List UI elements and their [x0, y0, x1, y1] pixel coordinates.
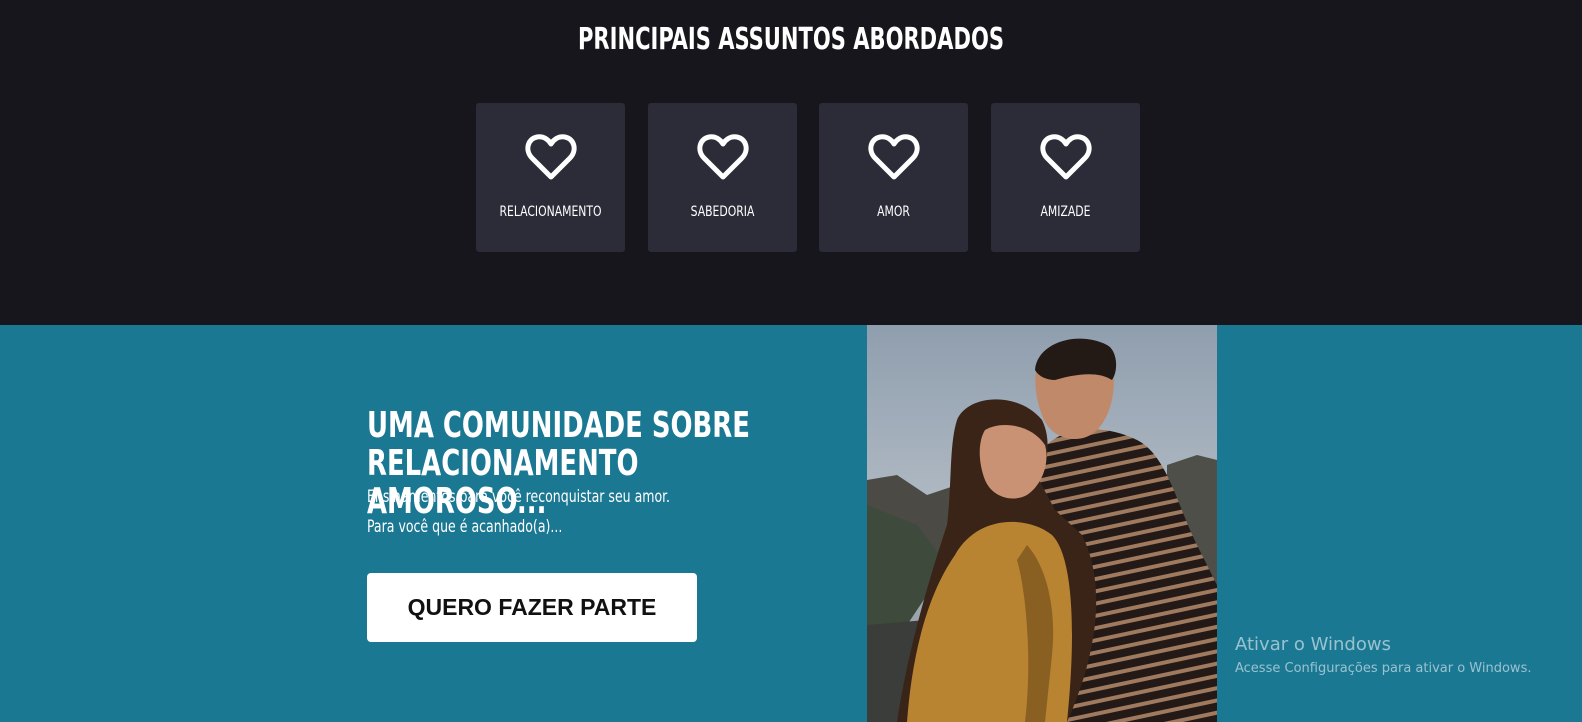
- join-button[interactable]: QUERO FAZER PARTE: [367, 573, 697, 642]
- topic-card-amizade[interactable]: AMIZADE: [991, 103, 1140, 252]
- heart-icon: [1040, 134, 1092, 180]
- topic-card-label: SABEDORIA: [690, 204, 755, 220]
- topics-title: PRINCIPAIS ASSUNTOS ABORDADOS: [577, 22, 1005, 57]
- couple-photo-illustration: [867, 325, 1217, 722]
- windows-activation-description: Acesse Configurações para ativar o Windo…: [1235, 661, 1532, 676]
- hero-subtitle-1: Ensinamentos para você reconquistar seu …: [367, 487, 671, 507]
- couple-photo: [867, 325, 1217, 722]
- topic-card-sabedoria[interactable]: SABEDORIA: [648, 103, 797, 252]
- heart-icon: [697, 134, 749, 180]
- heart-icon: [525, 134, 577, 180]
- heart-icon: [868, 134, 920, 180]
- hero-section: UMA COMUNIDADE SOBRE RELACIONAMENTO AMOR…: [0, 325, 1582, 722]
- topics-section: PRINCIPAIS ASSUNTOS ABORDADOS RELACIONAM…: [0, 0, 1582, 325]
- topic-card-label: AMOR: [877, 204, 910, 220]
- topic-card-label: AMIZADE: [1040, 204, 1091, 220]
- topic-card-relacionamento[interactable]: RELACIONAMENTO: [476, 103, 625, 252]
- windows-activation-title: Ativar o Windows: [1235, 634, 1391, 655]
- topic-card-label: RELACIONAMENTO: [499, 204, 602, 220]
- topic-card-amor[interactable]: AMOR: [819, 103, 968, 252]
- hero-subtitle-2: Para você que é acanhado(a)...: [367, 517, 563, 537]
